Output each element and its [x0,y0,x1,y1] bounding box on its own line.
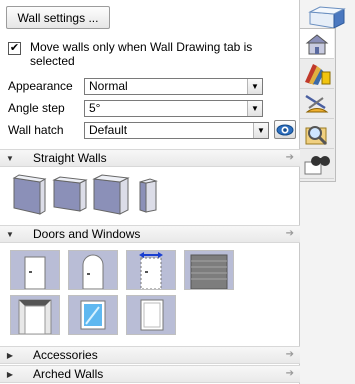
tab-building[interactable] [300,29,334,59]
box-opening-tool[interactable] [126,295,176,335]
tab-search[interactable] [300,119,334,149]
search-map-icon [305,125,328,145]
triangle-right-icon: ▶ [6,350,14,360]
appearance-row: Appearance Normal ▼ [8,77,298,95]
appearance-select[interactable]: Normal ▼ [84,77,263,95]
window-icon [80,300,106,330]
move-walls-checkbox[interactable]: ✔ [8,42,21,55]
chevron-down-icon: ▼ [247,100,262,116]
wall-hatch-value: Default [89,122,128,137]
chevron-down-icon: ▼ [247,78,262,94]
arrow-right-icon: ➔ [285,152,294,163]
wall-panel-icon [308,6,346,29]
window-tool[interactable] [68,295,118,335]
arched-door-tool[interactable] [68,250,118,290]
materials-palette-icon [305,63,331,85]
section-accessories[interactable]: ▶ Accessories ➔ [0,346,300,364]
opening-icon [18,299,52,335]
tab-measure[interactable] [300,89,334,119]
wall-settings-button[interactable]: Wall settings ... [6,6,110,29]
binoculars-book-icon [304,155,330,174]
angle-step-select[interactable]: 5° ▼ [84,99,263,117]
straight-wall-tool-2[interactable] [52,174,90,214]
section-title: Straight Walls [33,151,107,165]
hatch-edit-button[interactable] [274,120,296,139]
triangle-down-icon: ▼ [6,153,14,163]
straight-wall-tool-3[interactable] [92,172,132,216]
door-width-tool[interactable] [126,250,176,290]
appearance-value: Normal [89,78,128,93]
wall-panel: Wall settings ... ✔ Move walls only when… [0,0,300,384]
opening-tool[interactable] [10,295,60,335]
wall-hatch-label: Wall hatch [8,123,64,137]
section-title: Doors and Windows [33,227,141,241]
straight-wall-tool-4[interactable] [138,176,160,214]
wall-hatch-row: Wall hatch Default ▼ [8,120,298,139]
arrow-right-icon: ➔ [285,228,294,239]
triangle-right-icon: ▶ [6,369,14,379]
box-opening-icon [140,299,164,331]
arrow-right-icon: ➔ [285,368,294,379]
section-title: Arched Walls [33,367,104,381]
side-tab-strip [300,28,336,182]
chevron-down-icon: ▼ [253,122,268,138]
angle-step-row: Angle step 5° ▼ [8,99,298,117]
house-icon [305,33,329,54]
angle-step-value: 5° [89,100,101,115]
triangle-down-icon: ▼ [6,229,14,239]
garage-door-tool[interactable] [184,250,234,290]
wall-hatch-select[interactable]: Default ▼ [84,121,269,139]
move-walls-option[interactable]: ✔ Move walls only when Wall Drawing tab … [8,40,296,68]
arched-door-icon [82,254,104,290]
appearance-label: Appearance [8,79,73,93]
move-walls-label: Move walls only when Wall Drawing tab is… [30,40,253,68]
door-tool[interactable] [10,250,60,290]
angle-step-label: Angle step [8,101,65,115]
section-straight-walls[interactable]: ▼ Straight Walls ➔ [0,149,300,167]
tab-materials[interactable] [300,59,334,89]
tab-view[interactable] [300,149,334,179]
door-icon [24,256,46,290]
straight-wall-tool-1[interactable] [12,172,50,216]
eye-hatch-icon [276,124,294,135]
measure-tools-icon [305,94,329,112]
section-doors-windows[interactable]: ▼ Doors and Windows ➔ [0,225,300,243]
arrow-right-icon: ➔ [285,349,294,360]
door-width-icon [139,252,163,290]
garage-door-icon [190,254,228,290]
section-arched-walls[interactable]: ▶ Arched Walls ➔ [0,365,300,383]
section-title: Accessories [33,348,98,362]
